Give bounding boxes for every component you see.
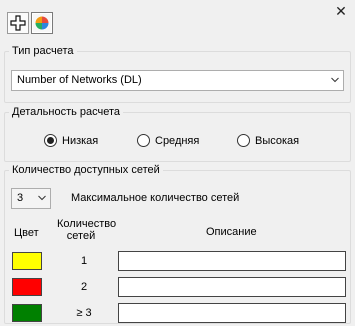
color-swatch-1[interactable] [12, 252, 42, 270]
radio-low[interactable]: Низкая [44, 134, 98, 147]
radio-medium-label: Средняя [155, 134, 200, 147]
calc-type-legend: Тип расчета [12, 45, 74, 57]
color-swatch-2[interactable] [12, 278, 42, 296]
header-color: Цвет [14, 227, 39, 239]
radio-circle [44, 134, 57, 147]
row-count-1: 1 [80, 255, 88, 267]
chevron-down-icon [38, 195, 46, 201]
color-wheel-icon [35, 16, 49, 30]
radio-dot [47, 137, 54, 144]
plus-icon [10, 15, 26, 31]
radio-medium[interactable]: Средняя [137, 134, 199, 147]
networks-group: Количество доступных сетей [4, 164, 351, 324]
radio-low-label: Низкая [62, 134, 99, 147]
color-scheme-button[interactable] [31, 12, 53, 34]
color-swatch-3[interactable] [12, 304, 42, 322]
header-count: Количество сетей [57, 218, 117, 242]
close-button[interactable]: ✕ [333, 3, 349, 19]
radio-circle [137, 134, 150, 147]
calc-type-value: Number of Networks (DL) [17, 74, 142, 86]
description-input-2[interactable] [118, 277, 346, 297]
add-button[interactable] [7, 12, 29, 34]
max-networks-value: 3 [17, 192, 24, 204]
row-count-2: 2 [80, 281, 88, 293]
radio-high-label: Высокая [255, 134, 300, 147]
calc-type-select[interactable]: Number of Networks (DL) [11, 70, 344, 91]
networks-legend: Количество доступных сетей [12, 164, 160, 176]
header-description: Описание [206, 226, 257, 238]
description-input-3[interactable] [118, 303, 346, 323]
chevron-down-icon [331, 77, 339, 83]
detail-legend: Детальность расчета [12, 106, 121, 118]
toolbar [7, 12, 53, 34]
header-count-line1: Количество [57, 218, 117, 230]
description-input-1[interactable] [118, 251, 346, 271]
header-count-line2: сетей [66, 230, 96, 242]
radio-high[interactable]: Высокая [237, 134, 299, 147]
radio-circle [237, 134, 250, 147]
max-networks-select[interactable]: 3 [11, 188, 51, 209]
row-count-3: ≥ 3 [76, 307, 92, 319]
max-networks-label: Максимальное количество сетей [71, 192, 240, 204]
